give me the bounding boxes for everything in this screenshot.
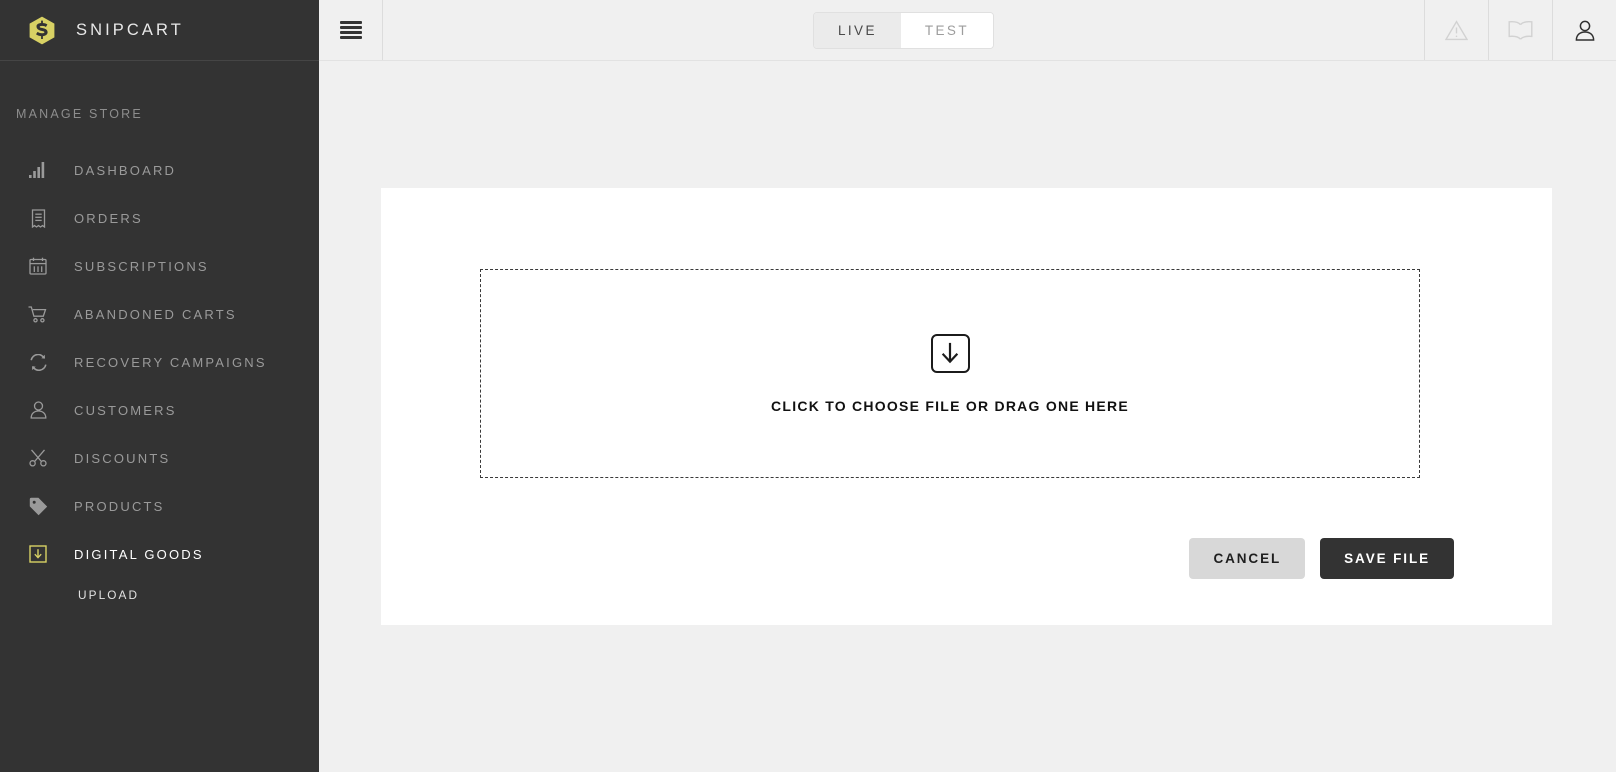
sidebar-item-label: CUSTOMERS — [74, 402, 177, 418]
sidebar-item-label: DASHBOARD — [74, 162, 177, 178]
brand-name: SNIPCART — [76, 20, 184, 39]
sidebar-item-subscriptions[interactable]: SUBSCRIPTIONS — [0, 242, 319, 290]
cancel-button[interactable]: CANCEL — [1189, 538, 1306, 579]
refresh-cycle-icon — [27, 351, 49, 373]
sidebar-item-dashboard[interactable]: DASHBOARD — [0, 146, 319, 194]
environment-toggle[interactable]: LIVE TEST — [813, 11, 994, 49]
user-icon — [27, 399, 49, 421]
sidebar: SNIPCART MANAGE STORE DASHBOARD ORDERS S… — [0, 0, 346, 772]
sidebar-item-digital-goods[interactable]: DIGITAL GOODS — [0, 530, 346, 578]
shopping-cart-icon — [27, 303, 49, 325]
scissors-icon — [27, 447, 49, 469]
hamburger-glyph — [339, 20, 362, 40]
topbar-center: LIVE TEST — [383, 0, 1424, 60]
sidebar-item-discounts[interactable]: DISCOUNTS — [0, 434, 319, 482]
sidebar-item-label: PRODUCTS — [74, 498, 165, 514]
sidebar-item-label: SUBSCRIPTIONS — [74, 258, 209, 274]
active-item-pointer — [332, 541, 346, 567]
user-account-icon[interactable] — [1552, 0, 1616, 60]
tag-icon — [27, 495, 49, 517]
brand-header[interactable]: SNIPCART — [0, 0, 319, 61]
sidebar-item-label: DIGITAL GOODS — [74, 546, 204, 562]
bar-chart-icon — [27, 159, 49, 181]
sidebar-item-label: ABANDONED CARTS — [74, 306, 237, 322]
content-area: CLICK TO CHOOSE FILE OR DRAG ONE HERE CA… — [319, 61, 1616, 772]
hamburger-menu-icon[interactable] — [319, 0, 383, 60]
file-dropzone[interactable]: CLICK TO CHOOSE FILE OR DRAG ONE HERE — [480, 269, 1420, 478]
sidebar-section-title: MANAGE STORE — [16, 107, 143, 121]
sidebar-item-orders[interactable]: ORDERS — [0, 194, 319, 242]
sidebar-item-label: DISCOUNTS — [74, 450, 171, 466]
sidebar-item-label: ORDERS — [74, 210, 143, 226]
sidebar-item-label: RECOVERY CAMPAIGNS — [74, 354, 267, 370]
sidebar-subitem-upload[interactable]: UPLOAD — [0, 588, 319, 602]
sidebar-item-customers[interactable]: CUSTOMERS — [0, 386, 319, 434]
upload-card: CLICK TO CHOOSE FILE OR DRAG ONE HERE CA… — [381, 188, 1552, 625]
snipcart-hexagon-logo-icon — [29, 16, 55, 45]
sidebar-item-abandoned-carts[interactable]: ABANDONED CARTS — [0, 290, 319, 338]
topbar-right-icons — [1424, 0, 1616, 60]
receipt-icon — [27, 207, 49, 229]
dropzone-label: CLICK TO CHOOSE FILE OR DRAG ONE HERE — [771, 397, 1129, 414]
top-bar: LIVE TEST — [319, 0, 1616, 61]
save-file-button[interactable]: SAVE FILE — [1320, 538, 1454, 579]
warning-triangle-icon[interactable] — [1424, 0, 1488, 60]
card-actions: CANCEL SAVE FILE — [1189, 538, 1454, 579]
env-toggle-test[interactable]: TEST — [900, 12, 993, 48]
download-box-icon — [27, 543, 49, 565]
book-docs-icon[interactable] — [1488, 0, 1552, 60]
main-area: LIVE TEST CLICK TO CHOOSE FILE OR DRAG O… — [319, 0, 1616, 772]
sidebar-item-recovery-campaigns[interactable]: RECOVERY CAMPAIGNS — [0, 338, 319, 386]
download-arrow-icon — [930, 333, 970, 373]
sidebar-nav: DASHBOARD ORDERS SUBSCRIPTIONS ABANDONED… — [0, 146, 346, 602]
app-root: SNIPCART MANAGE STORE DASHBOARD ORDERS S… — [0, 0, 1616, 772]
sidebar-item-products[interactable]: PRODUCTS — [0, 482, 319, 530]
calendar-icon — [27, 255, 49, 277]
env-toggle-live[interactable]: LIVE — [814, 12, 901, 48]
